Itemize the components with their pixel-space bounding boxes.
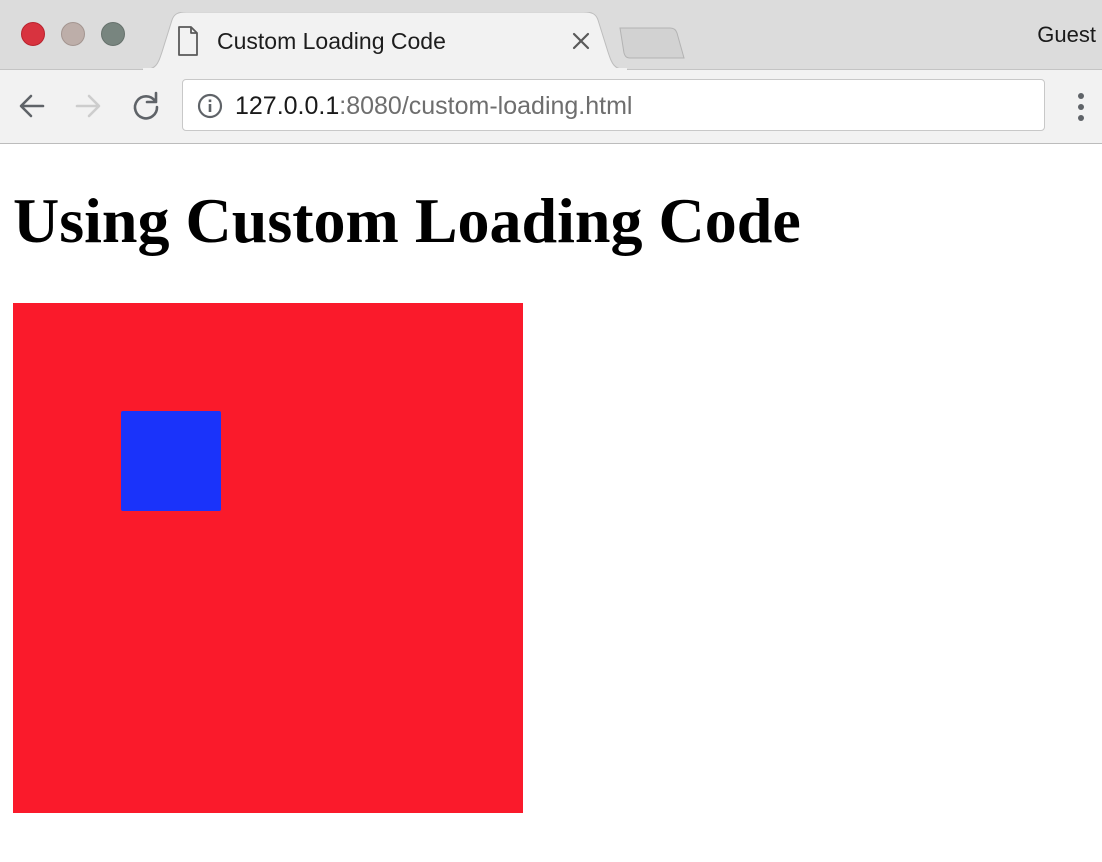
new-tab-button[interactable] [616, 24, 686, 62]
document-icon [178, 26, 198, 56]
window-minimize-button[interactable] [61, 22, 85, 46]
window-maximize-button[interactable] [101, 22, 125, 46]
blue-square [121, 411, 221, 511]
active-tab[interactable]: Custom Loading Code [142, 12, 628, 70]
address-bar[interactable]: 127.0.0.1:8080/custom-loading.html [182, 79, 1045, 131]
close-icon[interactable] [568, 28, 594, 54]
kebab-menu-icon[interactable] [1070, 90, 1092, 124]
red-square [13, 303, 523, 813]
info-icon[interactable] [197, 93, 223, 119]
tab-title: Custom Loading Code [217, 28, 446, 54]
url-host: 127.0.0.1 [235, 92, 340, 120]
url-text[interactable]: 127.0.0.1:8080/custom-loading.html [235, 92, 632, 121]
profile-label[interactable]: Guest [1037, 22, 1096, 48]
page-content: Using Custom Loading Code [0, 145, 1102, 862]
back-arrow-icon[interactable] [16, 90, 48, 122]
window-close-button[interactable] [21, 22, 45, 46]
url-path: :8080/custom-loading.html [339, 92, 633, 120]
tab-strip: Custom Loading Code Guest [0, 0, 1102, 70]
forward-arrow-icon[interactable] [72, 90, 104, 122]
page-heading: Using Custom Loading Code [13, 185, 801, 256]
browser-toolbar: 127.0.0.1:8080/custom-loading.html [0, 70, 1102, 144]
reload-icon[interactable] [130, 90, 162, 122]
